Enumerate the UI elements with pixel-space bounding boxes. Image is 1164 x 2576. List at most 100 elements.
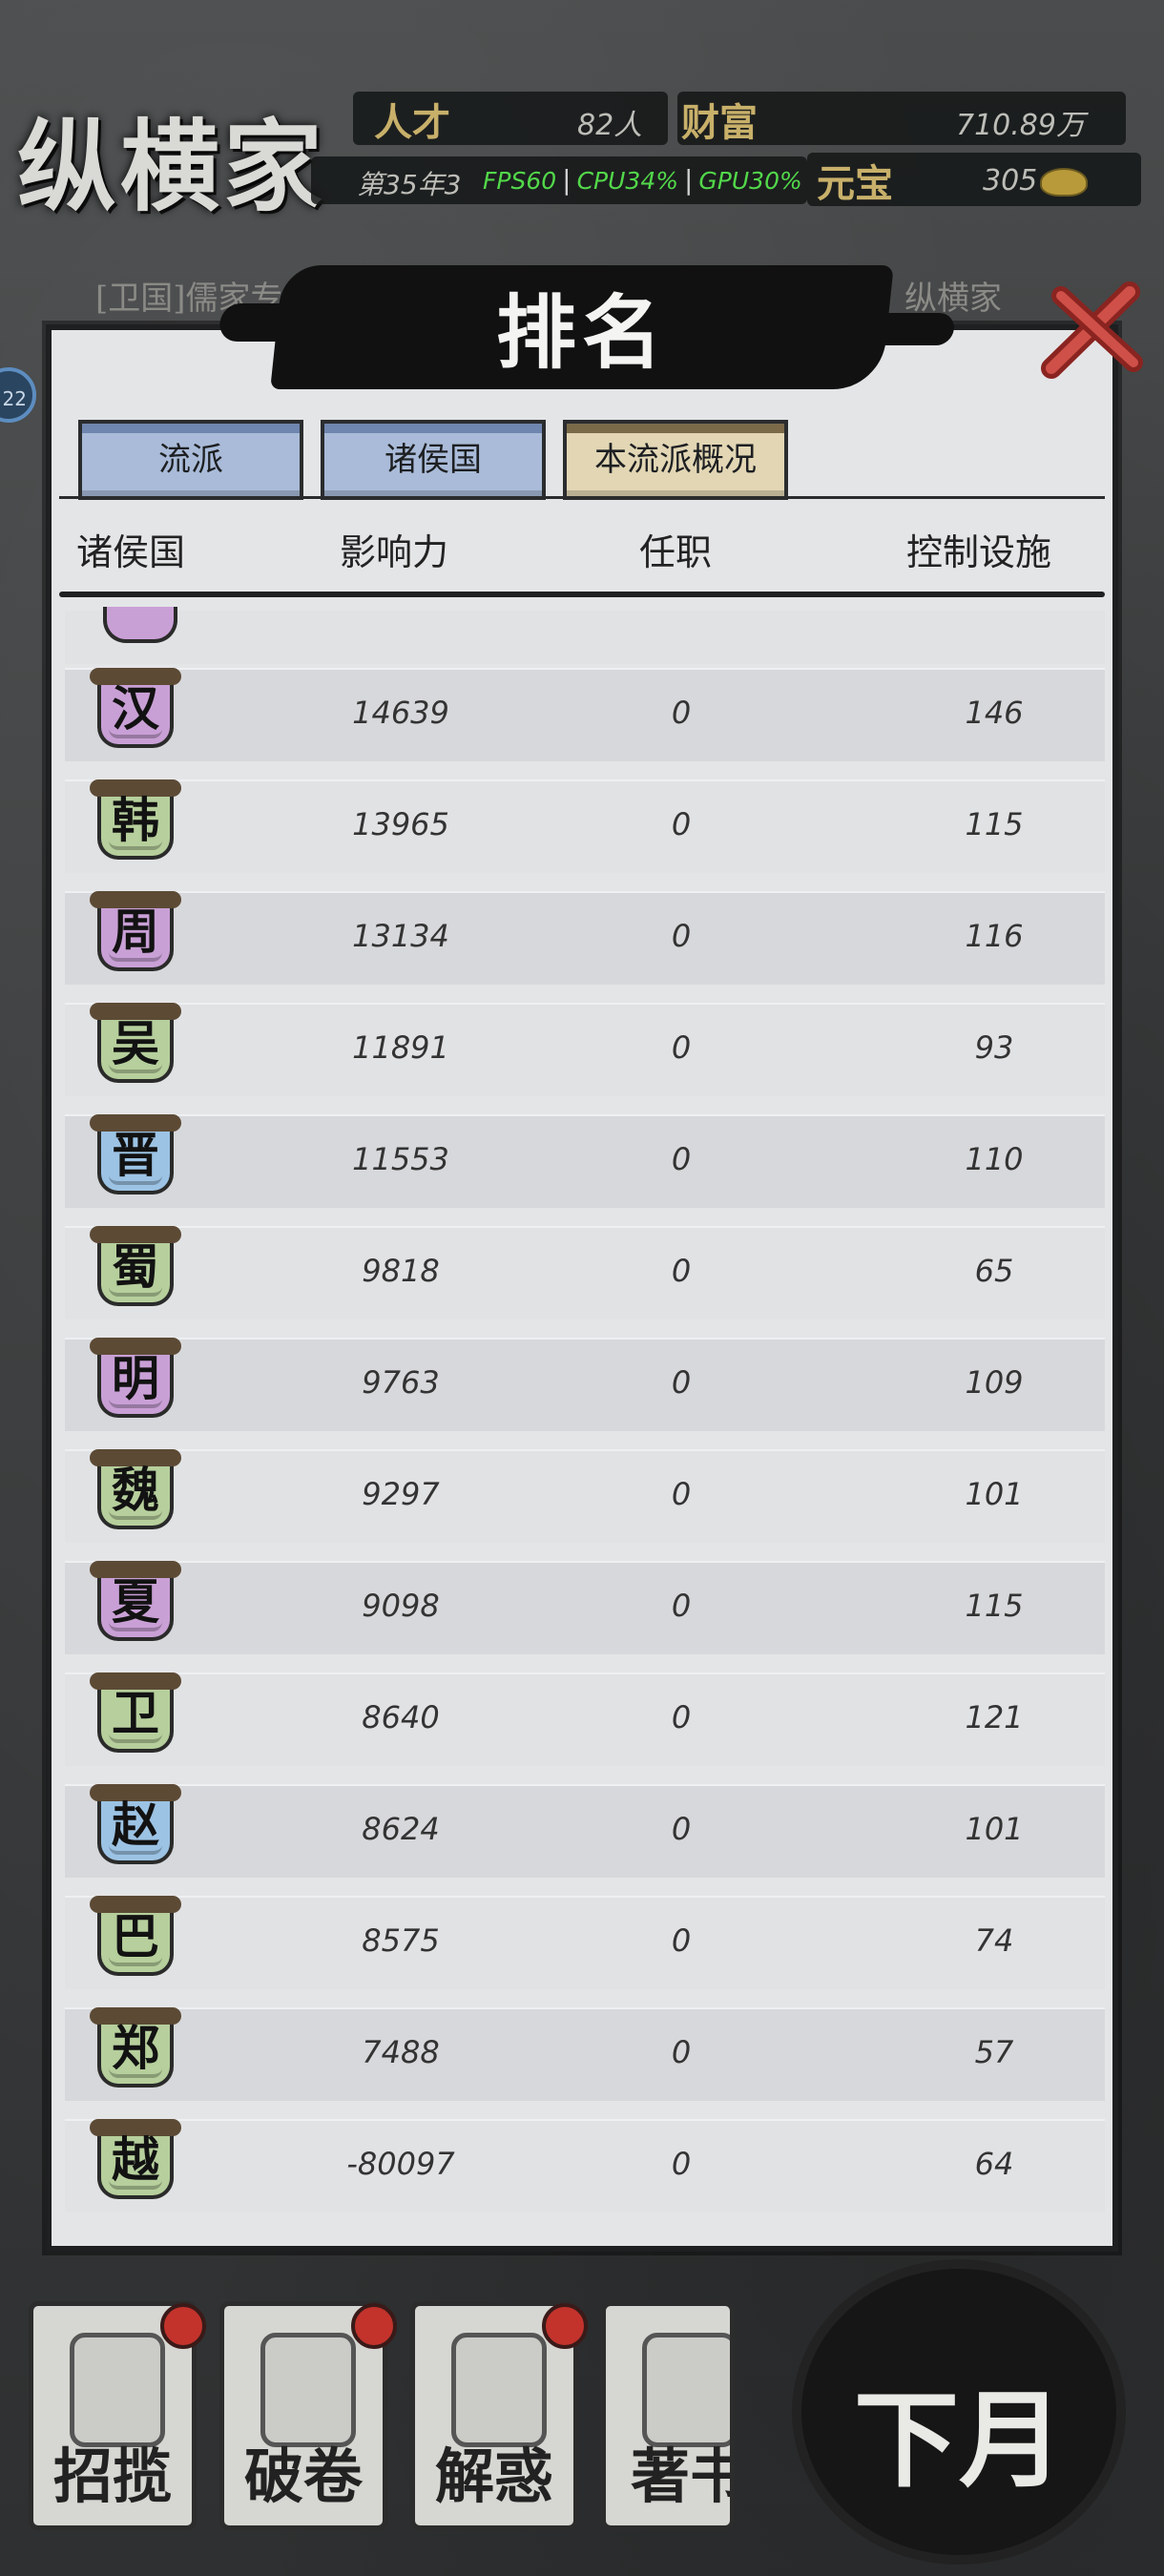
write-book-label: 著书 — [630, 2441, 730, 2511]
table-row[interactable]: 巴 8575 0 74 — [65, 1896, 1105, 1989]
state-flag-icon: 韩 — [90, 779, 181, 867]
control-value: 115 — [965, 1588, 1024, 1624]
state-flag-icon: 卫 — [90, 1672, 181, 1760]
state-name: 郑 — [112, 2020, 159, 2076]
col-header-control: 控制设施 — [906, 531, 1052, 573]
control-value: 121 — [965, 1699, 1024, 1735]
table-row[interactable]: 蜀 9818 0 65 — [65, 1226, 1105, 1319]
tab-school-overview[interactable]: 本流派概况 — [563, 420, 788, 500]
influence-value: 9818 — [362, 1253, 440, 1289]
state-name: 夏 — [112, 1573, 159, 1630]
state-name: 魏 — [112, 1462, 159, 1518]
position-value: 0 — [671, 2034, 692, 2070]
position-value: 0 — [671, 806, 692, 842]
control-value: 115 — [965, 806, 1024, 842]
wealth-label: 财富 — [681, 100, 758, 145]
state-flag-icon: 越 — [90, 2119, 181, 2207]
state-name: 赵 — [112, 1797, 159, 1853]
table-row[interactable]: 汉 14639 0 146 — [65, 668, 1105, 761]
control-value: 93 — [974, 1029, 1014, 1066]
table-row-partial — [65, 607, 1105, 664]
position-value: 0 — [671, 1476, 692, 1512]
state-name: 周 — [112, 904, 159, 960]
influence-value: 8624 — [362, 1811, 440, 1847]
close-icon — [1041, 281, 1143, 379]
close-button[interactable] — [1038, 275, 1151, 387]
control-value: 116 — [965, 918, 1024, 954]
influence-value: 9763 — [362, 1364, 440, 1401]
table-row[interactable]: 魏 9297 0 101 — [65, 1449, 1105, 1543]
influence-value: 9098 — [362, 1588, 440, 1624]
position-value: 0 — [671, 2146, 692, 2182]
break-scroll-label: 破卷 — [243, 2441, 363, 2511]
col-header-influence: 影响力 — [340, 531, 449, 573]
influence-value: 7488 — [362, 2034, 440, 2070]
state-flag-icon: 明 — [90, 1338, 181, 1425]
influence-value: 11553 — [352, 1141, 449, 1177]
state-name: 汉 — [112, 680, 159, 737]
table-row[interactable]: 吴 11891 0 93 — [65, 1003, 1105, 1096]
control-value: 110 — [965, 1141, 1024, 1177]
header-top-rule — [59, 496, 1105, 499]
influence-value: 13134 — [352, 918, 449, 954]
resolve-doubt-label: 解惑 — [434, 2441, 553, 2511]
table-row[interactable]: 周 13134 0 116 — [65, 891, 1105, 985]
control-value: 57 — [974, 2034, 1014, 2070]
table-row[interactable]: 赵 8624 0 101 — [65, 1784, 1105, 1878]
table-row[interactable]: 夏 9098 0 115 — [65, 1561, 1105, 1654]
wealth-value: 710.89万 — [956, 109, 1085, 142]
table-row[interactable]: 韩 13965 0 115 — [65, 779, 1105, 873]
influence-value: 9297 — [362, 1476, 440, 1512]
next-month-button[interactable]: 下月 — [801, 2269, 1116, 2555]
break-scroll-alert-dot — [351, 2303, 397, 2349]
position-value: 0 — [671, 1811, 692, 1847]
next-month-label: 下月 — [854, 2379, 1064, 2502]
ingot-icon — [1040, 168, 1088, 197]
state-name: 韩 — [112, 792, 159, 848]
write-book-button[interactable]: 著书 — [601, 2301, 735, 2530]
state-flag-icon: 吴 — [90, 1003, 181, 1091]
state-flag-icon: 夏 — [90, 1561, 181, 1649]
state-flag-icon: 周 — [90, 891, 181, 979]
table-row[interactable]: 明 9763 0 109 — [65, 1338, 1105, 1431]
state-flag-icon: 巴 — [90, 1896, 181, 1984]
recruit-label: 招揽 — [52, 2441, 172, 2511]
table-row[interactable]: 郑 7488 0 57 — [65, 2007, 1105, 2101]
position-value: 0 — [671, 1922, 692, 1959]
fps-readout: FPS60 — [483, 167, 557, 195]
talent-label: 人才 — [374, 100, 450, 145]
position-value: 0 — [671, 1364, 692, 1401]
school-name: 纵横家 — [17, 108, 327, 225]
cpu-readout: CPU34% — [576, 167, 678, 195]
col-header-state: 诸侯国 — [76, 531, 186, 573]
state-name: 吴 — [112, 1015, 159, 1071]
control-value: 146 — [965, 695, 1024, 731]
treasure-label: 元宝 — [817, 161, 893, 206]
perf-readout: FPS60 | CPU34% | GPU30% — [483, 164, 802, 196]
state-flag-icon: 魏 — [90, 1449, 181, 1537]
tab-states[interactable]: 诸侯国 — [321, 420, 546, 500]
influence-value: 8640 — [362, 1699, 440, 1735]
treasure-value: 305 — [983, 164, 1038, 197]
state-name: 晋 — [112, 1127, 159, 1183]
panel-title: 排名 — [495, 285, 668, 380]
control-value: 64 — [974, 2146, 1014, 2182]
tab-school[interactable]: 流派 — [78, 420, 303, 500]
table-row[interactable]: 卫 8640 0 121 — [65, 1672, 1105, 1766]
control-value: 101 — [965, 1811, 1024, 1847]
control-value: 101 — [965, 1476, 1024, 1512]
state-name: 卫 — [112, 1685, 159, 1741]
state-name: 巴 — [112, 1908, 159, 1964]
influence-value: -80097 — [346, 2146, 455, 2182]
flag-icon — [103, 607, 177, 643]
state-flag-icon: 晋 — [90, 1114, 181, 1202]
influence-value: 8575 — [362, 1922, 440, 1959]
position-value: 0 — [671, 1029, 692, 1066]
header-bottom-rule — [59, 592, 1105, 597]
state-flag-icon: 蜀 — [90, 1226, 181, 1314]
gpu-readout: GPU30% — [698, 167, 802, 195]
control-value: 74 — [974, 1922, 1014, 1959]
state-name: 蜀 — [112, 1238, 159, 1295]
table-row[interactable]: 越 -80097 0 64 — [65, 2119, 1105, 2212]
table-row[interactable]: 晋 11553 0 110 — [65, 1114, 1105, 1208]
